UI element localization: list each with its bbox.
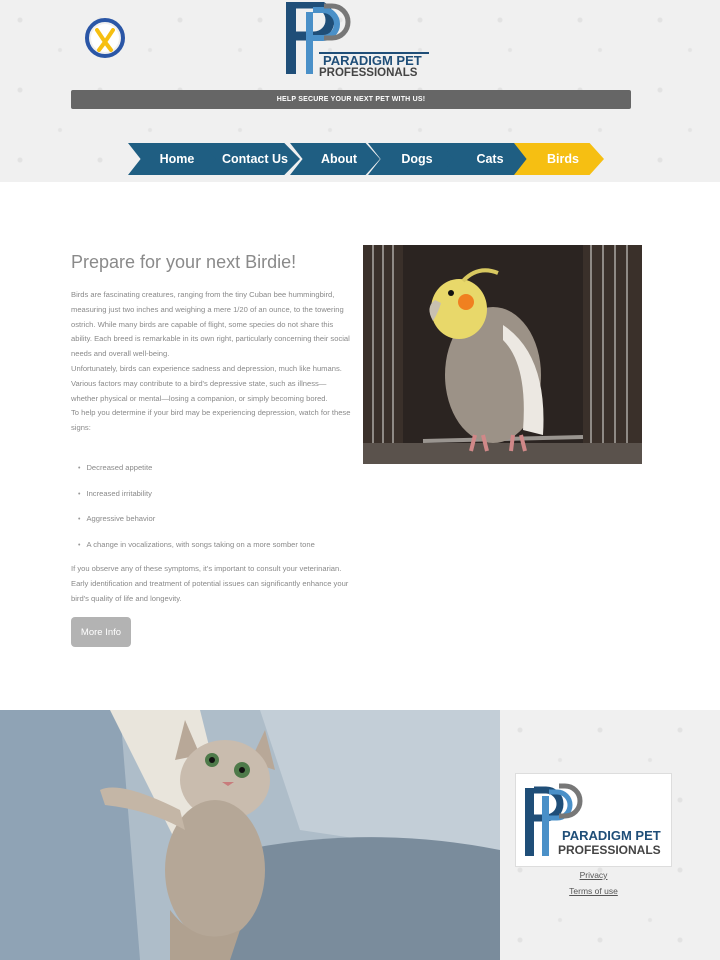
privacy-link[interactable]: Privacy xyxy=(515,870,672,880)
list-item: Aggressive behavior xyxy=(78,510,315,536)
paragraph-4: If you observe any of these symptoms, it… xyxy=(71,564,349,603)
nav-about[interactable]: About xyxy=(290,143,380,175)
page-title: Prepare for your next Birdie! xyxy=(71,252,297,272)
main-nav: Home Contact Us About Dogs Cats Birds xyxy=(128,143,604,175)
nav-cats[interactable]: Cats xyxy=(441,143,531,175)
footer-logo[interactable]: PARADIGM PET PROFESSIONALS xyxy=(515,773,672,867)
kitten-image xyxy=(0,710,500,960)
more-info-button[interactable]: More Info xyxy=(71,617,131,647)
nav-home[interactable]: Home xyxy=(128,143,218,175)
list-item: A change in vocalizations, with songs ta… xyxy=(78,536,314,562)
terms-link[interactable]: Terms of use xyxy=(515,886,672,896)
list-item: Decreased appetite xyxy=(78,459,315,485)
paragraph-1: Birds are fascinating creatures, ranging… xyxy=(71,290,350,359)
nav-contact-us[interactable]: Contact Us xyxy=(202,143,300,175)
site-header: PARADIGM PET PROFESSIONALS HELP SECURE Y… xyxy=(0,0,720,182)
logo-line1: PARADIGM PET xyxy=(323,53,422,68)
list-item: Increased irritability xyxy=(78,485,315,511)
pet-badge-icon[interactable] xyxy=(84,12,126,64)
logo-line2: PROFESSIONALS xyxy=(319,67,418,76)
intro-text: Birds are fascinating creatures, ranging… xyxy=(71,288,351,436)
footer-logo-line2: PROFESSIONALS xyxy=(558,843,661,857)
footer-logo-line1: PARADIGM PET xyxy=(562,828,661,843)
paragraph-2: Unfortunately, birds can experience sadn… xyxy=(71,363,342,403)
signs-list: Decreased appetite Increased irritabilit… xyxy=(78,459,315,562)
nav-dogs[interactable]: Dogs xyxy=(368,143,458,175)
paragraph-3: To help you determine if your bird may b… xyxy=(71,408,351,433)
promo-banner: HELP SECURE YOUR NEXT PET WITH US! xyxy=(71,90,631,109)
site-logo[interactable]: PARADIGM PET PROFESSIONALS xyxy=(286,0,432,79)
cockatiel-image xyxy=(363,245,642,464)
nav-birds[interactable]: Birds xyxy=(514,143,604,175)
